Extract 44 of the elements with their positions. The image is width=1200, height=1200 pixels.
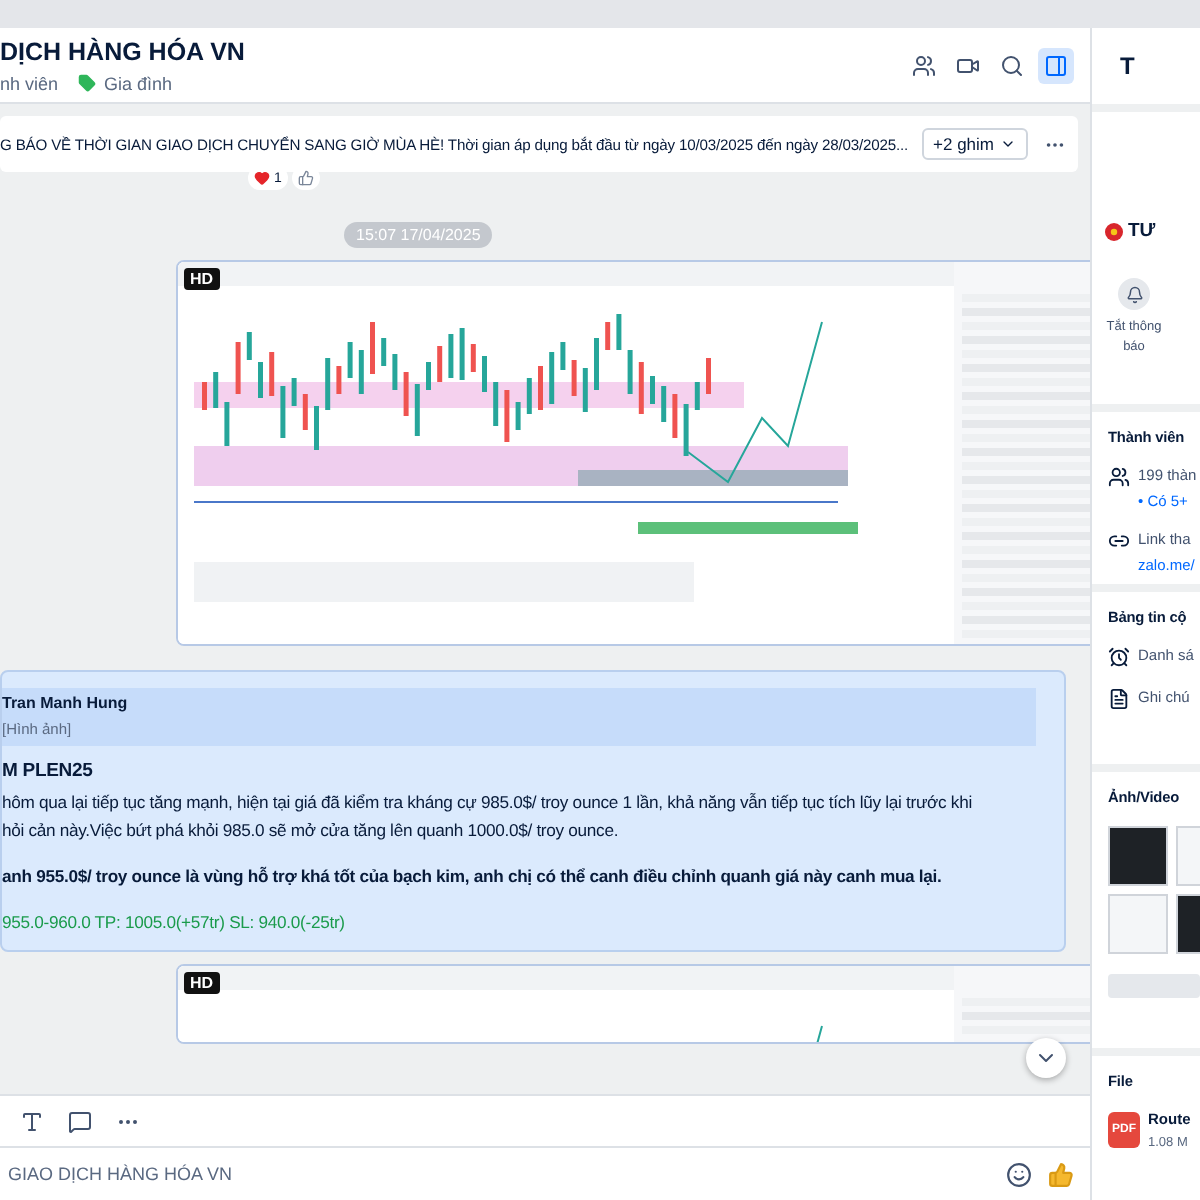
quote-author: Tran Manh Hung [2, 694, 130, 712]
trade-signal-text: 955.0-960.0 TP: 1005.0(+57tr) SL: 940.0(-25tr) [2, 911, 347, 935]
message-text: hỏi cản này.Việc bứt phá khỏi 985.0 sẽ mở cửa tăng lên quanh 1000.0$/ troy ounce. [2, 820, 621, 844]
group-title: DỊCH HÀNG HÓA VN [0, 37, 245, 65]
group-icon [1108, 466, 1130, 488]
image-message[interactable]: HD [176, 964, 1090, 1045]
message-input[interactable]: GIAO DỊCH HÀNG HÓA VN [4, 1162, 990, 1186]
message-text: hôm qua lại tiếp tục tăng mạnh, hiện tại giá đã kiểm tra kháng cự 985.0$/ troy ounce 1 lần, khả năng vẫn tiếp tục tích lũy lại trước khi [2, 791, 974, 815]
member-count: nh viên [0, 73, 59, 93]
message-timestamp: 15:07 17/04/2025 [344, 222, 493, 248]
chevron-down-icon [1000, 136, 1016, 152]
message-text: anh 955.0$/ troy ounce là vùng hỗ trợ khá tốt của bạch kim, anh chị có thể canh điều chỉnh quanh giá này canh mua lại. [2, 866, 944, 890]
flower-icon [1104, 221, 1124, 241]
more-pins-button[interactable]: +2 ghim [921, 128, 1028, 160]
text-format-icon [20, 1109, 44, 1133]
panel-title: T [1092, 28, 1200, 104]
emoji-button[interactable] [1006, 1161, 1032, 1187]
image-message[interactable]: HD [176, 260, 1090, 646]
search-icon [1000, 53, 1024, 77]
media-thumbnail[interactable] [1108, 894, 1168, 954]
alarm-clock-icon [1108, 646, 1130, 668]
smiley-icon [1006, 1161, 1032, 1187]
speech-bubble-icon [68, 1109, 92, 1133]
thumbs-up-icon [297, 170, 314, 186]
quick-message-button[interactable] [68, 1109, 92, 1133]
media-thumbnail[interactable] [1108, 826, 1168, 886]
bell-icon [1125, 285, 1143, 303]
group-name: TƯ [1128, 220, 1156, 242]
thumbs-up-icon [1048, 1161, 1074, 1187]
like-reaction-button[interactable] [291, 166, 320, 190]
text-format-button[interactable] [20, 1109, 44, 1133]
link-icon [1108, 530, 1130, 552]
message-heading: M PLEN25 [2, 760, 95, 786]
side-panel-icon [1044, 53, 1068, 77]
document-icon [1108, 688, 1130, 710]
hd-badge: HD [184, 268, 220, 290]
video-camera-icon [956, 53, 980, 77]
header-button[interactable] [1038, 47, 1074, 83]
tag-label: Gia đình [104, 73, 173, 93]
scroll-down-button[interactable] [1026, 1038, 1066, 1078]
mute-button[interactable] [1118, 278, 1150, 310]
group-icon [912, 53, 936, 77]
hd-badge: HD [184, 972, 220, 995]
heart-icon [254, 170, 270, 186]
